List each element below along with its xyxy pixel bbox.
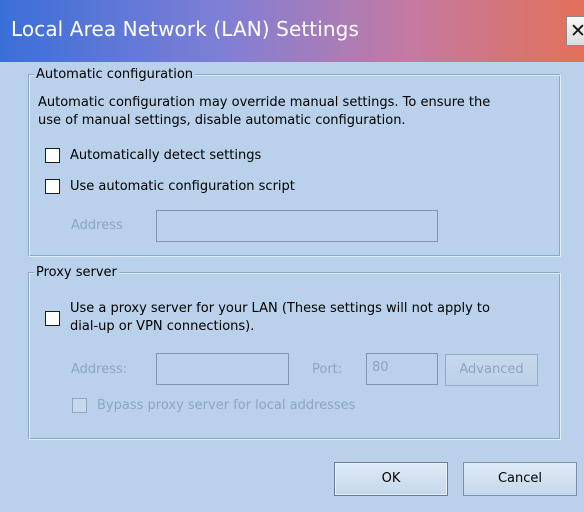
automatic-configuration-description-line1: Automatic configuration may override man… <box>38 95 491 110</box>
use-config-script-checkbox[interactable] <box>45 179 60 194</box>
script-address-label: Address <box>71 218 123 233</box>
use-config-script-label[interactable]: Use automatic configuration script <box>70 179 295 195</box>
advanced-button[interactable]: Advanced <box>445 354 538 386</box>
close-icon: ✕ <box>570 20 584 42</box>
automatic-configuration-legend: Automatic configuration <box>34 67 196 83</box>
bypass-local-label[interactable]: Bypass proxy server for local addresses <box>97 398 355 414</box>
ok-button[interactable]: OK <box>334 462 448 496</box>
proxy-port-label: Port: <box>312 362 343 377</box>
window-title: Local Area Network (LAN) Settings <box>11 17 359 41</box>
cancel-button[interactable]: Cancel <box>463 462 577 496</box>
close-button[interactable]: ✕ <box>566 16 584 46</box>
use-proxy-label-line2[interactable]: dial-up or VPN connections). <box>70 319 254 335</box>
use-proxy-label-line1[interactable]: Use a proxy server for your LAN (These s… <box>70 301 490 317</box>
proxy-server-legend: Proxy server <box>34 265 119 281</box>
bypass-local-checkbox[interactable] <box>72 398 87 413</box>
title-bar[interactable]: Local Area Network (LAN) Settings ✕ <box>0 0 584 62</box>
proxy-address-label: Address: <box>71 362 128 377</box>
lan-settings-dialog: Local Area Network (LAN) Settings ✕ Auto… <box>0 0 584 512</box>
use-proxy-checkbox[interactable] <box>45 311 60 326</box>
automatic-configuration-description-line2: use of manual settings, disable automati… <box>38 113 406 128</box>
auto-detect-settings-label[interactable]: Automatically detect settings <box>70 148 261 164</box>
proxy-address-input[interactable] <box>156 353 289 385</box>
auto-detect-settings-checkbox[interactable] <box>45 148 60 163</box>
proxy-port-value: 80 <box>372 360 389 375</box>
proxy-port-input[interactable]: 80 <box>366 353 438 385</box>
script-address-input[interactable] <box>156 210 438 242</box>
